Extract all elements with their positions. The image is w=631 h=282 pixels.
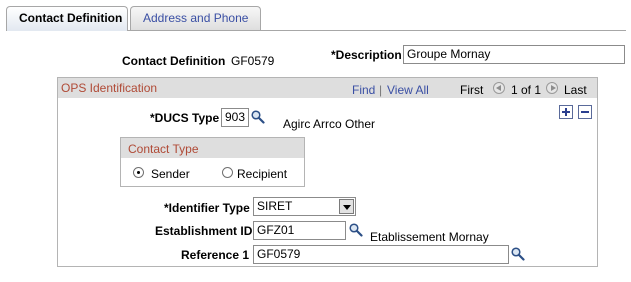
reference-1-input[interactable]: GF0579: [253, 245, 509, 264]
last-label: Last: [564, 83, 587, 97]
next-row-icon[interactable]: [546, 82, 558, 94]
previous-row-icon[interactable]: [493, 82, 505, 94]
ducs-type-label: *DUCS Type: [150, 111, 220, 125]
ducs-type-description: Agirc Arrco Other: [283, 117, 376, 131]
delete-row-button[interactable]: [578, 105, 592, 119]
establishment-description: Etablissement Mornay: [370, 230, 489, 244]
establishment-id-input[interactable]: GFZ01: [253, 221, 346, 240]
identifier-type-select[interactable]: SIRET: [253, 197, 356, 216]
find-link[interactable]: Find: [352, 83, 375, 97]
minus-icon: [581, 111, 589, 113]
ops-identification-title: OPS Identification: [61, 81, 158, 95]
recipient-label: Recipient: [237, 167, 288, 181]
tab-contact-definition[interactable]: Contact Definition: [6, 6, 128, 30]
ducs-type-input[interactable]: 903: [221, 108, 249, 127]
tab-address-and-phone[interactable]: Address and Phone: [130, 6, 261, 30]
active-tab-gap: [7, 30, 127, 31]
reference-1-lookup-icon[interactable]: [511, 247, 525, 261]
identifier-type-value: SIRET: [257, 199, 293, 213]
sender-radio[interactable]: [133, 167, 144, 178]
establishment-id-lookup-icon[interactable]: [349, 223, 363, 237]
contact-type-title: Contact Type: [128, 142, 199, 156]
sender-label: Sender: [151, 167, 190, 181]
plus-icon-v: [565, 108, 567, 116]
row-count: 1 of 1: [511, 83, 542, 97]
description-label: *Description: [331, 48, 402, 62]
contact-definition-value: GF0579: [231, 54, 275, 68]
dropdown-arrow-icon[interactable]: [339, 199, 354, 214]
establishment-id-label: Establishment ID: [155, 224, 253, 238]
ducs-type-lookup-icon[interactable]: [251, 110, 265, 124]
contact-definition-label: Contact Definition: [122, 54, 226, 68]
nav-separator: |: [379, 83, 383, 97]
reference-1-label: Reference 1: [181, 248, 250, 262]
view-all-link[interactable]: View All: [387, 83, 429, 97]
add-row-button[interactable]: [559, 105, 573, 119]
identifier-type-label: *Identifier Type: [164, 201, 250, 215]
first-label: First: [460, 83, 484, 97]
recipient-radio[interactable]: [222, 167, 233, 178]
description-input[interactable]: Groupe Mornay: [403, 45, 625, 64]
